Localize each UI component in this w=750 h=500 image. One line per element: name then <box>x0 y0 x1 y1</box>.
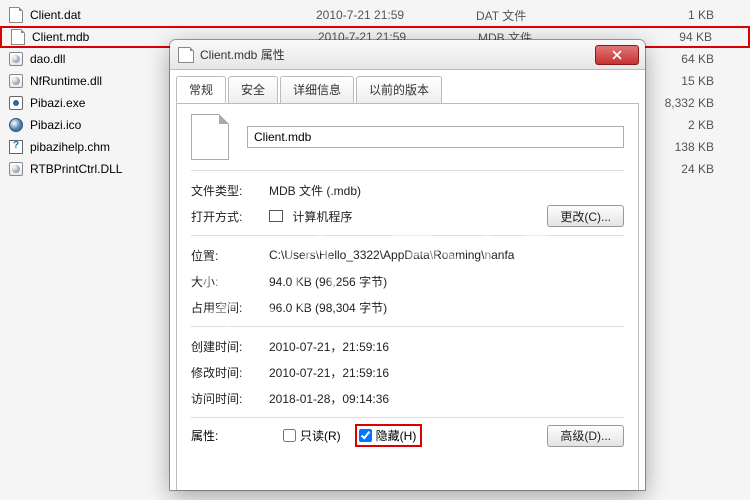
file-icon <box>178 47 194 63</box>
readonly-label: 只读(R) <box>300 427 341 444</box>
file-icon <box>9 52 23 66</box>
file-icon <box>9 7 23 23</box>
row-attributes: 属性: 只读(R) 隐藏(H) 高级(D)... <box>191 424 624 447</box>
file-size: 1 KB <box>596 8 744 22</box>
separator <box>191 170 624 171</box>
file-name: Client.dat <box>26 8 316 22</box>
tab-strip: 常规 安全 详细信息 以前的版本 <box>170 70 645 103</box>
file-type: DAT 文件 <box>476 7 596 24</box>
value-location: C:\Users\Hello_3322\AppData\Roaming\nanf… <box>269 248 624 262</box>
label-accessed: 访问时间: <box>191 390 269 407</box>
label-file-type: 文件类型: <box>191 182 269 199</box>
file-icon <box>9 162 23 176</box>
value-size: 94.0 KB (96,256 字节) <box>269 273 624 290</box>
file-row[interactable]: Client.dat2010-7-21 21:59DAT 文件1 KB <box>0 4 750 26</box>
hidden-highlight: 隐藏(H) <box>355 424 423 447</box>
separator <box>191 235 624 236</box>
dialog-titlebar: Client.mdb 属性 <box>170 40 645 70</box>
filename-row <box>191 114 624 160</box>
tab-previous[interactable]: 以前的版本 <box>356 76 442 103</box>
row-size-on-disk: 占用空间: 96.0 KB (98,304 字节) <box>191 294 624 320</box>
file-icon <box>11 29 25 45</box>
dialog-title: Client.mdb 属性 <box>200 46 595 63</box>
row-file-type: 文件类型: MDB 文件 (.mdb) <box>191 177 624 203</box>
open-with-text: 计算机程序 <box>292 210 352 224</box>
row-accessed: 访问时间: 2018-01-28，09:14:36 <box>191 385 624 411</box>
tab-security[interactable]: 安全 <box>228 76 278 103</box>
file-icon <box>9 140 23 154</box>
value-file-type: MDB 文件 (.mdb) <box>269 182 624 199</box>
filename-input[interactable] <box>247 126 624 148</box>
advanced-button[interactable]: 高级(D)... <box>547 425 624 447</box>
value-modified: 2010-07-21，21:59:16 <box>269 364 624 381</box>
file-icon <box>9 118 23 132</box>
row-modified: 修改时间: 2010-07-21，21:59:16 <box>191 359 624 385</box>
row-location: 位置: C:\Users\Hello_3322\AppData\Roaming\… <box>191 242 624 268</box>
checkbox-readonly-wrap[interactable]: 只读(R) <box>283 427 341 444</box>
checkbox-hidden[interactable] <box>359 429 372 442</box>
value-created: 2010-07-21，21:59:16 <box>269 338 624 355</box>
tab-general[interactable]: 常规 <box>176 76 226 103</box>
value-accessed: 2018-01-28，09:14:36 <box>269 390 624 407</box>
value-size-on-disk: 96.0 KB (98,304 字节) <box>269 299 624 316</box>
close-icon <box>612 50 622 60</box>
file-date: 2010-7-21 21:59 <box>316 8 476 22</box>
label-attributes: 属性: <box>191 427 269 444</box>
file-large-icon <box>191 114 229 160</box>
hidden-label: 隐藏(H) <box>376 427 417 444</box>
row-open-with: 打开方式: 计算机程序 更改(C)... <box>191 203 624 229</box>
label-size-on-disk: 占用空间: <box>191 299 269 316</box>
label-created: 创建时间: <box>191 338 269 355</box>
program-icon <box>269 210 283 222</box>
checkbox-hidden-wrap[interactable]: 隐藏(H) <box>359 427 417 444</box>
value-open-with: 计算机程序 <box>269 208 547 225</box>
tab-panel-general: 文件类型: MDB 文件 (.mdb) 打开方式: 计算机程序 更改(C)...… <box>176 103 639 490</box>
row-created: 创建时间: 2010-07-21，21:59:16 <box>191 333 624 359</box>
row-size: 大小: 94.0 KB (96,256 字节) <box>191 268 624 294</box>
label-size: 大小: <box>191 273 269 290</box>
label-location: 位置: <box>191 247 269 264</box>
checkbox-readonly[interactable] <box>283 429 296 442</box>
file-icon <box>9 96 23 110</box>
label-modified: 修改时间: <box>191 364 269 381</box>
separator <box>191 326 624 327</box>
separator <box>191 417 624 418</box>
change-button[interactable]: 更改(C)... <box>547 205 624 227</box>
label-open-with: 打开方式: <box>191 208 269 225</box>
tab-details[interactable]: 详细信息 <box>280 76 354 103</box>
close-button[interactable] <box>595 45 639 65</box>
properties-dialog: Client.mdb 属性 常规 安全 详细信息 以前的版本 文件类型: MDB… <box>170 40 645 490</box>
file-icon <box>9 74 23 88</box>
